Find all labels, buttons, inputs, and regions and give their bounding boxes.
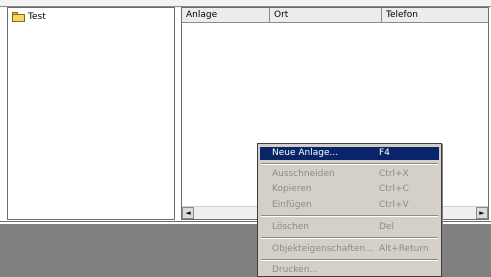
menu-separator <box>261 237 438 239</box>
context-menu: Neue Anlage... F4 Ausschneiden Ctrl+X Ko… <box>257 143 442 277</box>
menu-item-shortcut: Alt+Return <box>379 244 429 254</box>
menu-separator <box>261 259 438 261</box>
list-header: Anlage Ort Telefon <box>182 8 488 23</box>
menu-item-label: Neue Anlage... <box>272 148 339 158</box>
menu-item-shortcut: Ctrl+X <box>379 169 409 179</box>
menu-item-label: Löschen <box>272 222 309 232</box>
menu-item-einfuegen[interactable]: Einfügen Ctrl+V <box>260 199 439 212</box>
scroll-left-icon[interactable]: ◄ <box>182 207 194 219</box>
folder-icon <box>12 12 25 22</box>
menu-item-shortcut: Ctrl+C <box>379 184 409 194</box>
menu-item-label: Objekteigenschaften... <box>272 244 374 254</box>
menu-item-objekteigenschaften[interactable]: Objekteigenschaften... Alt+Return <box>260 243 439 256</box>
menu-separator <box>261 163 438 165</box>
menu-item-label: Kopieren <box>272 184 312 194</box>
menu-item-drucken[interactable]: Drucken... <box>260 264 439 277</box>
tree-item-test[interactable]: Test <box>12 11 46 23</box>
column-header-anlage[interactable]: Anlage <box>182 8 270 22</box>
column-header-ort[interactable]: Ort <box>270 8 382 22</box>
menu-item-ausschneiden[interactable]: Ausschneiden Ctrl+X <box>260 168 439 181</box>
menu-item-shortcut: Del <box>379 222 394 232</box>
menu-item-kopieren[interactable]: Kopieren Ctrl+C <box>260 183 439 196</box>
menu-item-shortcut: Ctrl+V <box>379 200 409 210</box>
menu-item-loeschen[interactable]: Löschen Del <box>260 221 439 234</box>
menu-item-shortcut: F4 <box>379 148 390 158</box>
menu-item-label: Ausschneiden <box>272 169 335 179</box>
tree-view[interactable]: Test <box>7 7 175 220</box>
scroll-right-icon[interactable]: ► <box>476 207 488 219</box>
menu-separator <box>261 215 438 217</box>
tree-item-label: Test <box>28 12 46 22</box>
menu-item-label: Einfügen <box>272 200 312 210</box>
menu-item-label: Drucken... <box>272 265 318 275</box>
menu-item-neue-anlage[interactable]: Neue Anlage... F4 <box>260 147 439 160</box>
column-header-telefon[interactable]: Telefon <box>382 8 488 22</box>
